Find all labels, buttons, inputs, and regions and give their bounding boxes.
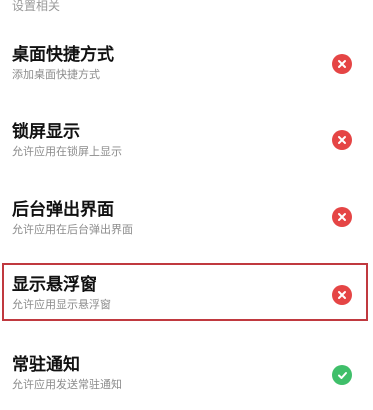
- setting-title: 桌面快捷方式: [12, 45, 114, 65]
- setting-row-persistent-notification[interactable]: 常驻通知 允许应用发送常驻通知: [0, 350, 373, 410]
- check-icon[interactable]: [332, 365, 352, 385]
- setting-description: 允许应用发送常驻通知: [12, 378, 122, 391]
- section-header: 设置相关: [12, 0, 61, 13]
- setting-description: 添加桌面快捷方式: [12, 68, 100, 81]
- setting-title: 后台弹出界面: [12, 200, 114, 220]
- setting-description: 允许应用显示悬浮窗: [12, 298, 111, 311]
- setting-title: 显示悬浮窗: [12, 275, 97, 295]
- setting-title: 锁屏显示: [12, 122, 80, 142]
- setting-description: 允许应用在锁屏上显示: [12, 145, 122, 158]
- setting-row-lockscreen-display[interactable]: 锁屏显示 允许应用在锁屏上显示: [0, 117, 373, 177]
- close-icon[interactable]: [332, 130, 352, 150]
- setting-title: 常驻通知: [12, 355, 80, 375]
- setting-row-background-popup[interactable]: 后台弹出界面 允许应用在后台弹出界面: [0, 195, 373, 255]
- setting-row-floating-window[interactable]: 显示悬浮窗 允许应用显示悬浮窗: [0, 270, 373, 330]
- close-icon[interactable]: [332, 207, 352, 227]
- setting-row-desktop-shortcut[interactable]: 桌面快捷方式 添加桌面快捷方式: [0, 40, 373, 100]
- close-icon[interactable]: [332, 54, 352, 74]
- close-icon[interactable]: [332, 285, 352, 305]
- setting-description: 允许应用在后台弹出界面: [12, 223, 133, 236]
